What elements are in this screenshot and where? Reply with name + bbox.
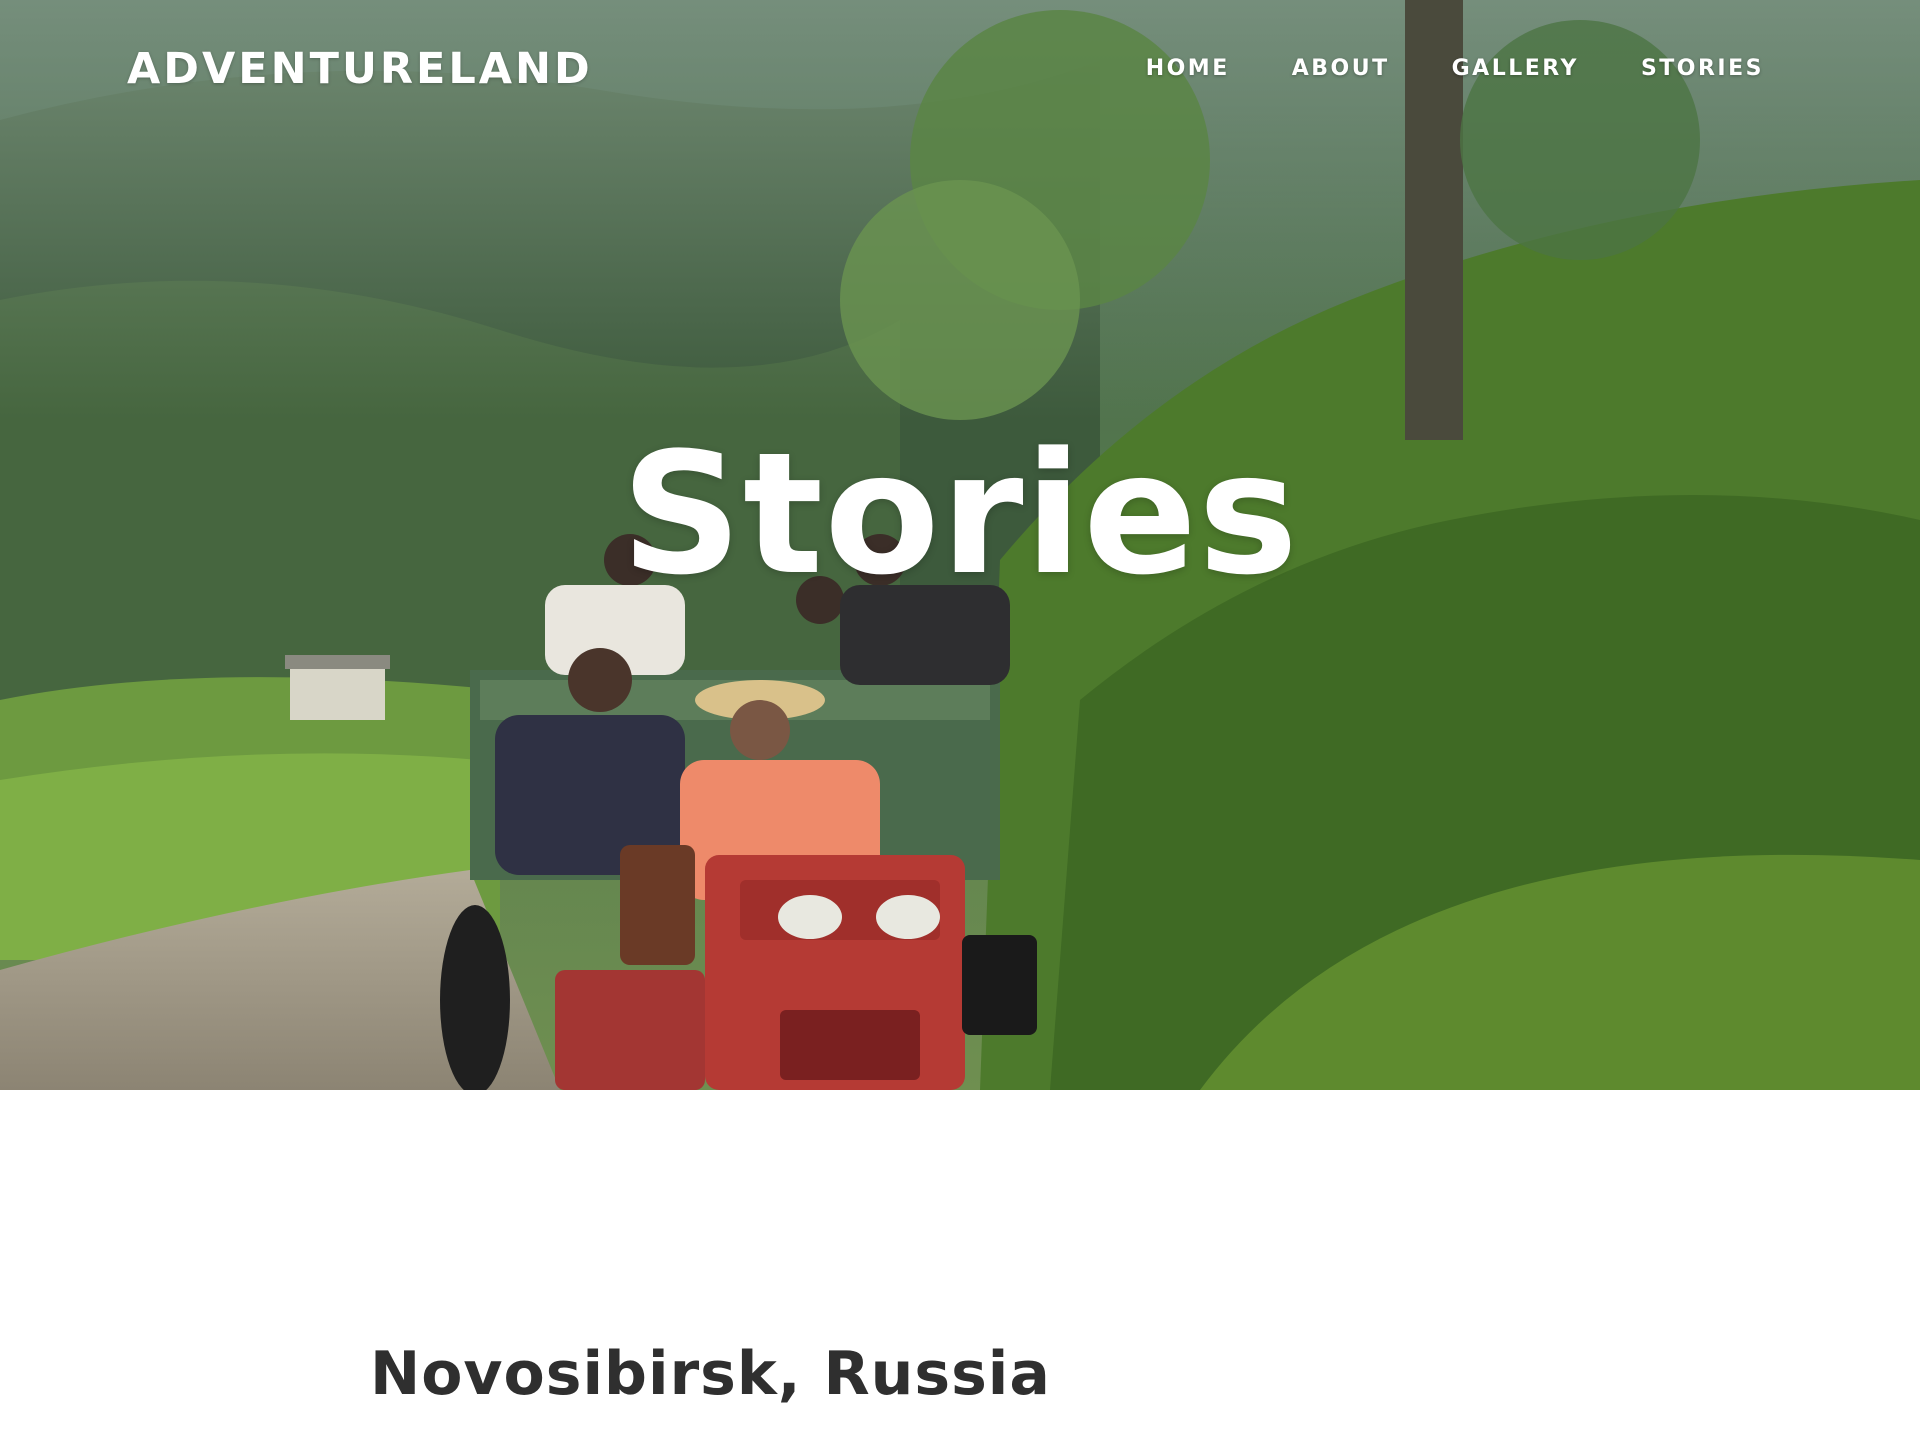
nav-item-gallery: GALLERY [1421, 56, 1610, 81]
nav-link-home[interactable]: HOME [1115, 56, 1261, 81]
nav-link-stories[interactable]: STORIES [1610, 56, 1764, 81]
nav-item-about: ABOUT [1261, 56, 1421, 81]
hero-banner: ADVENTURELAND HOME ABOUT GALLERY STORIES… [0, 0, 1920, 1090]
site-logo-link[interactable]: ADVENTURELAND [127, 44, 593, 94]
main-nav: HOME ABOUT GALLERY STORIES [1115, 56, 1764, 81]
nav-link-gallery[interactable]: GALLERY [1421, 56, 1610, 81]
site-header: ADVENTURELAND HOME ABOUT GALLERY STORIES [0, 0, 1920, 140]
story-heading: Novosibirsk, Russia [370, 1339, 1051, 1409]
main-content: Novosibirsk, Russia [0, 1090, 1920, 1440]
nav-link-about[interactable]: ABOUT [1261, 56, 1421, 81]
nav-item-home: HOME [1115, 56, 1261, 81]
hero-title: Stories [620, 416, 1300, 612]
nav-item-stories: STORIES [1610, 56, 1764, 81]
